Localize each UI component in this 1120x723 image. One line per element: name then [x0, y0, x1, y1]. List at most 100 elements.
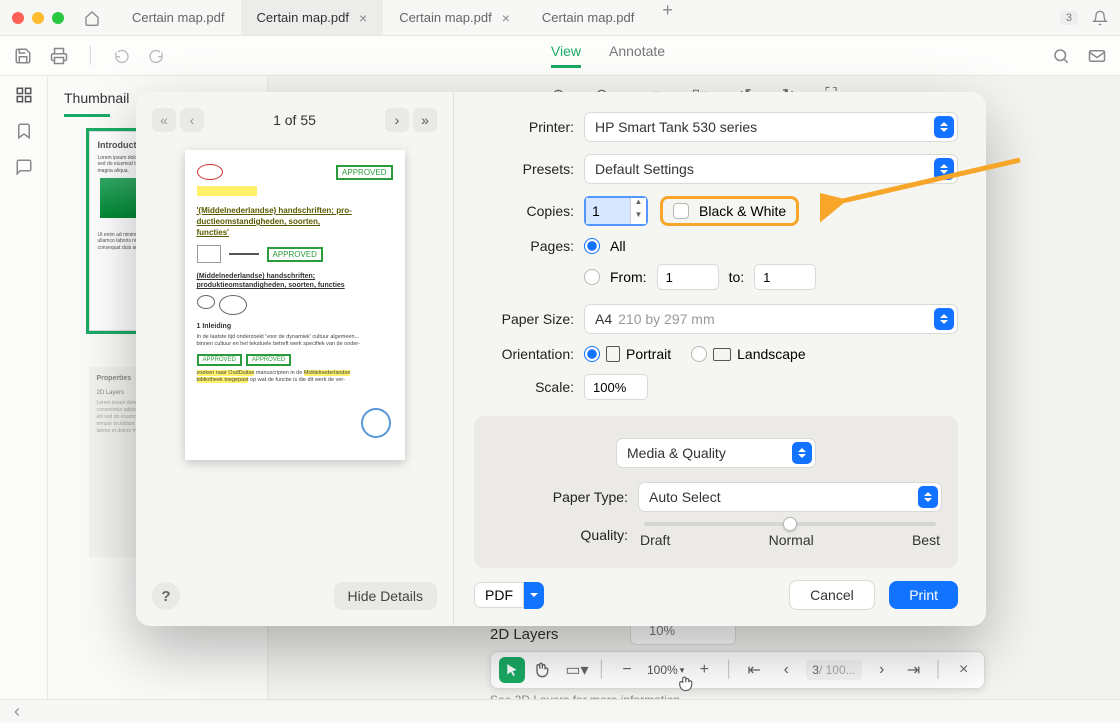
footer	[0, 699, 1120, 723]
media-quality-panel: Media & Quality Paper Type: Auto Select …	[474, 416, 958, 568]
redo-icon[interactable]	[148, 48, 164, 64]
first-page-button[interactable]: ⇤	[742, 660, 766, 680]
to-label: to:	[729, 269, 745, 285]
home-icon[interactable]	[84, 10, 100, 26]
comment-icon[interactable]	[15, 158, 33, 176]
hide-details-button[interactable]: Hide Details	[334, 582, 437, 610]
copies-stepper[interactable]: ▲▼	[584, 196, 648, 226]
print-dialog: « ‹ 1 of 55 › » APPROVED '(Middelnederla…	[136, 92, 986, 626]
select-tool[interactable]	[499, 657, 525, 683]
presets-label: Presets:	[474, 161, 584, 177]
first-preview-button[interactable]: «	[152, 108, 176, 132]
last-preview-button[interactable]: »	[413, 108, 437, 132]
tab[interactable]: Certain map.pdf	[116, 0, 241, 35]
portrait-icon	[606, 346, 620, 362]
printer-select[interactable]: HP Smart Tank 530 series	[584, 112, 958, 142]
close-toolbar-button[interactable]: ×	[952, 661, 976, 679]
print-preview-pane: « ‹ 1 of 55 › » APPROVED '(Middelnederla…	[136, 92, 454, 626]
minimize-window[interactable]	[32, 12, 44, 24]
zoom-in-button[interactable]: +	[692, 661, 716, 679]
printer-label: Printer:	[474, 119, 584, 135]
mail-icon[interactable]	[1088, 47, 1106, 65]
slider-thumb[interactable]	[783, 517, 797, 531]
print-button[interactable]: Print	[889, 581, 958, 609]
notif-badge[interactable]: 3	[1060, 11, 1078, 25]
preview-page: APPROVED '(Middelnederlandse) handschrif…	[185, 150, 405, 460]
quality-draft: Draft	[640, 532, 670, 548]
layout-tool[interactable]: ▭▾	[565, 660, 589, 680]
bell-icon[interactable]	[1092, 10, 1108, 26]
scale-input[interactable]	[584, 374, 648, 400]
papersize-select[interactable]: A4210 by 297 mm	[584, 304, 958, 334]
view-mode-tab[interactable]: View	[551, 43, 581, 68]
quality-normal: Normal	[769, 532, 814, 548]
chevron-updown-icon	[934, 308, 954, 330]
next-page-button[interactable]: ›	[870, 661, 894, 679]
from-input[interactable]	[657, 264, 719, 290]
pages-range-radio[interactable]	[584, 269, 600, 285]
stepper-down[interactable]: ▼	[631, 211, 646, 224]
annotate-mode-tab[interactable]: Annotate	[609, 43, 665, 68]
tab[interactable]: Certain map.pdf	[526, 0, 651, 35]
copies-label: Copies:	[474, 203, 584, 219]
window-controls	[12, 12, 64, 24]
print-icon[interactable]	[50, 47, 68, 65]
help-button[interactable]: ?	[152, 582, 180, 610]
cancel-button[interactable]: Cancel	[789, 580, 875, 610]
quality-best: Best	[912, 532, 940, 548]
to-input[interactable]	[754, 264, 816, 290]
preview-page-indicator: 1 of 55	[273, 112, 316, 128]
tab[interactable]: Certain map.pdf×	[383, 0, 526, 35]
floating-toolbar: ▭▾ │ − 100% ▾ + │ ⇤ ‹ 3/ 100... › ⇥ │ ×	[490, 651, 985, 689]
prev-preview-button[interactable]: ‹	[180, 108, 204, 132]
collapse-icon[interactable]	[10, 705, 24, 719]
tab-bar: Certain map.pdf Certain map.pdf× Certain…	[116, 0, 1060, 35]
chevron-updown-icon	[934, 116, 954, 138]
last-page-button[interactable]: ⇥	[902, 660, 926, 680]
pages-label: Pages:	[474, 238, 584, 254]
bookmark-icon[interactable]	[15, 122, 33, 140]
media-quality-select[interactable]: Media & Quality	[616, 438, 816, 468]
page-field[interactable]: 3/ 100...	[806, 660, 861, 680]
hand-tool[interactable]	[533, 662, 557, 678]
left-rail	[0, 76, 48, 699]
chevron-updown-icon	[934, 158, 954, 180]
add-tab-button[interactable]: +	[650, 0, 685, 35]
landscape-radio[interactable]	[691, 346, 707, 362]
from-label: From:	[610, 269, 647, 285]
landscape-icon	[713, 348, 731, 361]
chevron-down-icon	[524, 582, 544, 609]
next-preview-button[interactable]: ›	[385, 108, 409, 132]
prev-page-button[interactable]: ‹	[774, 661, 798, 679]
save-icon[interactable]	[14, 47, 32, 65]
search-icon[interactable]	[1052, 47, 1070, 65]
pdf-dropdown-button[interactable]: PDF	[474, 582, 544, 609]
portrait-radio[interactable]	[584, 346, 600, 362]
layers-heading: 2D Layers	[490, 626, 558, 643]
black-white-highlight: Black & White	[660, 196, 799, 226]
cursor-icon	[676, 674, 694, 692]
orientation-label: Orientation:	[474, 346, 584, 362]
print-options-pane: Printer: HP Smart Tank 530 series Preset…	[454, 92, 986, 626]
quality-slider[interactable]	[644, 522, 936, 526]
pages-all-radio[interactable]	[584, 238, 600, 254]
black-white-checkbox[interactable]	[673, 203, 689, 219]
zoom-out-button[interactable]: −	[615, 661, 639, 679]
presets-select[interactable]: Default Settings	[584, 154, 958, 184]
titlebar: Certain map.pdf Certain map.pdf× Certain…	[0, 0, 1120, 36]
quality-label: Quality:	[490, 527, 638, 543]
copies-input[interactable]	[586, 198, 630, 224]
papertype-select[interactable]: Auto Select	[638, 482, 942, 512]
close-icon[interactable]: ×	[502, 10, 510, 26]
close-icon[interactable]: ×	[359, 10, 367, 26]
pages-all-label: All	[610, 238, 626, 254]
tab-active[interactable]: Certain map.pdf×	[241, 0, 384, 35]
close-window[interactable]	[12, 12, 24, 24]
thumbnails-icon[interactable]	[15, 86, 33, 104]
undo-icon[interactable]	[114, 48, 130, 64]
black-white-label: Black & White	[699, 203, 786, 219]
chevron-updown-icon	[918, 486, 938, 508]
mode-switcher: View Annotate	[551, 43, 665, 68]
maximize-window[interactable]	[52, 12, 64, 24]
papersize-label: Paper Size:	[474, 311, 584, 327]
